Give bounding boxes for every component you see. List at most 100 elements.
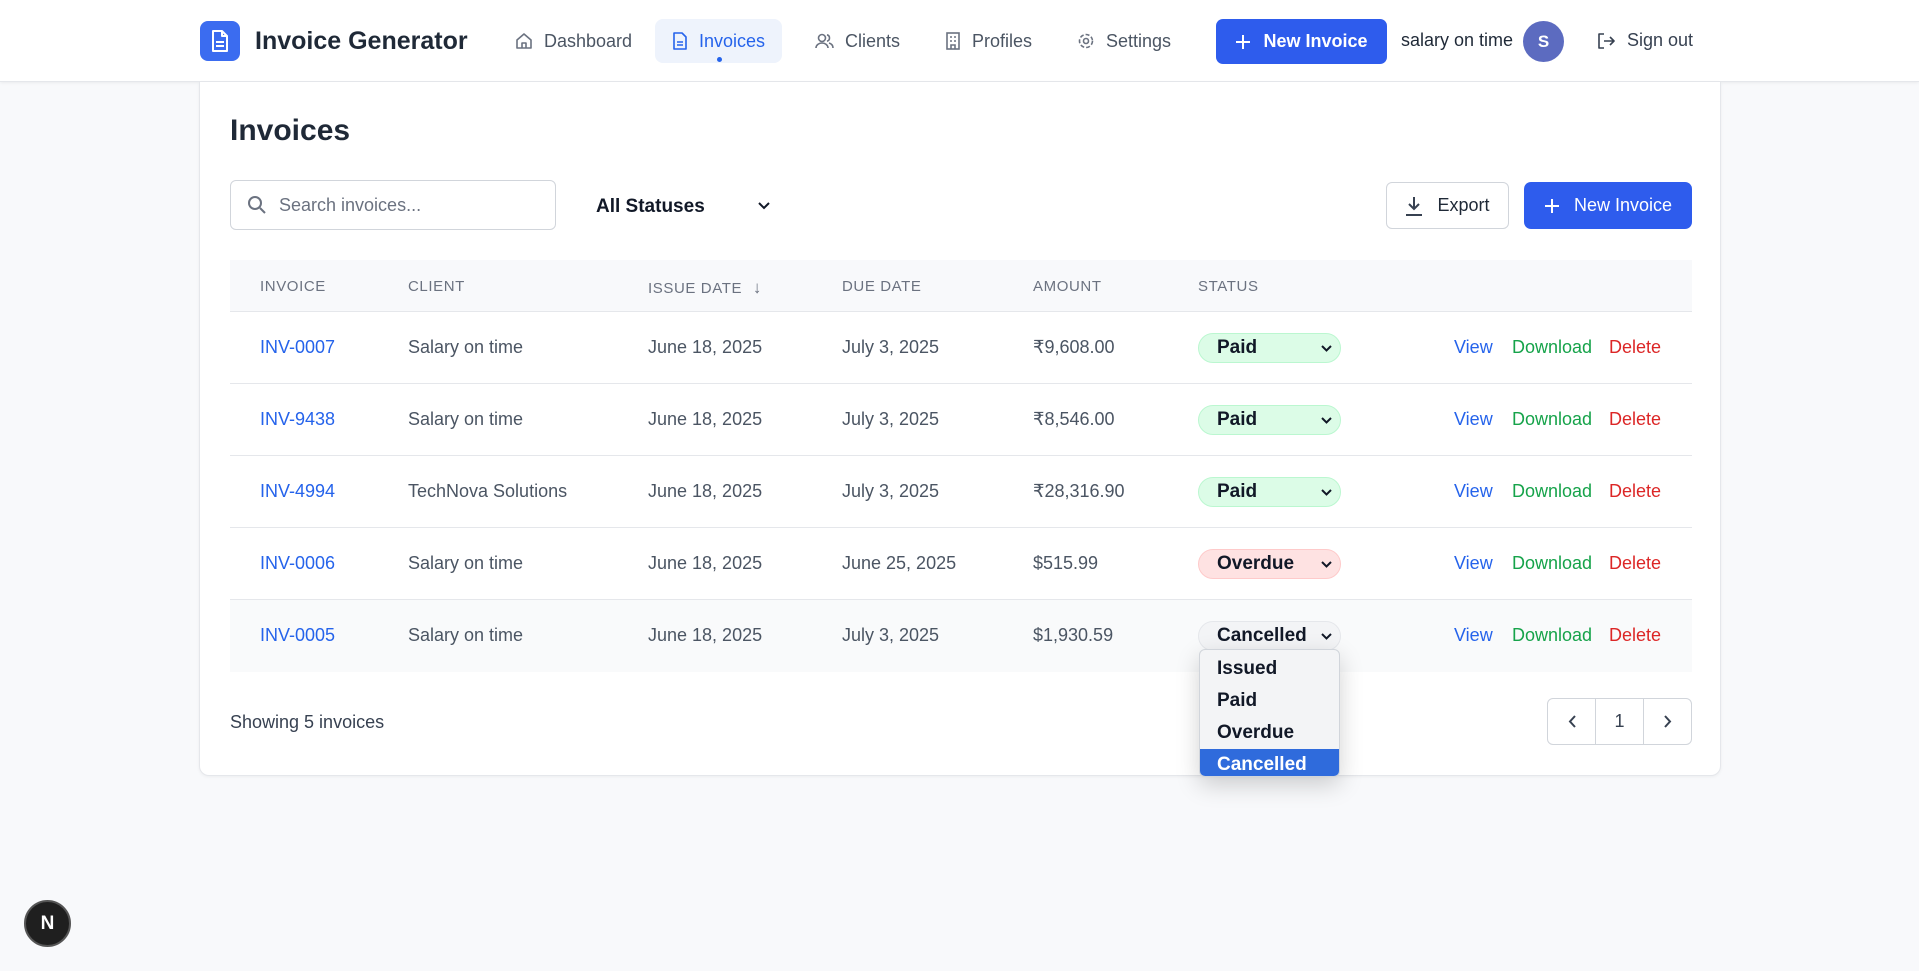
delete-link[interactable]: Delete [1609, 625, 1661, 646]
chevron-left-icon [1568, 715, 1576, 728]
status-value: Paid [1217, 481, 1258, 502]
issue-date: June 18, 2025 [648, 625, 763, 645]
next-page-button[interactable] [1643, 699, 1691, 744]
chevron-down-icon [1321, 561, 1332, 568]
invoice-number-link[interactable]: INV-0005 [260, 625, 335, 646]
invoices-table: INVOICE CLIENT ISSUE DATE ↓ DUE DATE AMO… [230, 260, 1692, 672]
download-link[interactable]: Download [1512, 337, 1592, 358]
status-option-issued[interactable]: Issued [1200, 653, 1339, 685]
search-icon [248, 196, 266, 214]
nav-item-invoices[interactable]: Invoices [655, 19, 783, 63]
status-option-paid[interactable]: Paid [1200, 685, 1339, 717]
search-input[interactable] [279, 194, 549, 216]
users-icon [815, 33, 834, 49]
invoice-number-link[interactable]: INV-4994 [260, 481, 335, 502]
view-link[interactable]: View [1454, 625, 1493, 646]
nav-item-dashboard[interactable]: Dashboard [498, 19, 649, 63]
app-title: Invoice Generator [255, 26, 468, 55]
invoice-number-link[interactable]: INV-9438 [260, 409, 335, 430]
download-icon [1406, 196, 1423, 216]
amount: $1,930.59 [1033, 625, 1114, 645]
status-select[interactable]: Paid [1198, 477, 1341, 507]
top-navbar: Invoice Generator Dashboard Invoices Cli… [0, 0, 1919, 82]
nav-item-label: Invoices [699, 30, 766, 51]
due-date: July 3, 2025 [842, 409, 940, 429]
gear-icon [1078, 33, 1094, 49]
status-select[interactable]: Cancelled [1198, 621, 1341, 651]
column-header-issue-date[interactable]: ISSUE DATE ↓ [648, 278, 762, 298]
page-number[interactable]: 1 [1595, 699, 1643, 744]
status-select[interactable]: Paid [1198, 405, 1341, 435]
active-indicator [716, 57, 722, 62]
status-select[interactable]: Overdue [1198, 549, 1341, 579]
nav-item-profiles[interactable]: Profiles [928, 19, 1049, 63]
new-invoice-button[interactable]: New Invoice [1216, 19, 1387, 64]
table-row: INV-0007 Salary on time June 18, 2025 Ju… [230, 312, 1692, 384]
prev-page-button[interactable] [1548, 699, 1595, 744]
nav-item-clients[interactable]: Clients [798, 19, 917, 63]
export-button[interactable]: Export [1386, 182, 1509, 229]
status-option-cancelled[interactable]: Cancelled [1200, 749, 1339, 776]
invoice-number-link[interactable]: INV-0007 [260, 337, 335, 358]
nextjs-dev-badge[interactable]: N [24, 900, 71, 947]
home-icon [516, 33, 532, 49]
view-link[interactable]: View [1454, 553, 1493, 574]
column-header-due-date[interactable]: DUE DATE [842, 278, 922, 295]
client-name: Salary on time [408, 409, 524, 429]
status-option-overdue[interactable]: Overdue [1200, 717, 1339, 749]
new-invoice-label: New Invoice [1573, 195, 1673, 215]
user-name: salary on time [1401, 30, 1514, 50]
delete-link[interactable]: Delete [1609, 337, 1661, 358]
nav-item-label: Dashboard [544, 30, 633, 51]
status-value: Cancelled [1217, 625, 1307, 646]
column-header-amount[interactable]: AMOUNT [1033, 278, 1102, 295]
delete-link[interactable]: Delete [1609, 481, 1661, 502]
column-header-issue-date-label: ISSUE DATE [648, 280, 743, 297]
invoice-count: Showing 5 invoices [230, 712, 385, 732]
issue-date: June 18, 2025 [648, 337, 763, 357]
column-header-client[interactable]: CLIENT [408, 278, 465, 295]
download-link[interactable]: Download [1512, 553, 1592, 574]
client-name: Salary on time [408, 337, 524, 357]
chevron-down-icon [1321, 417, 1332, 424]
download-link[interactable]: Download [1512, 625, 1592, 646]
view-link[interactable]: View [1454, 409, 1493, 430]
column-header-status[interactable]: STATUS [1198, 278, 1259, 295]
client-name: Salary on time [408, 553, 524, 573]
nav-item-label: Settings [1106, 30, 1172, 51]
sign-out-button[interactable]: Sign out [1597, 30, 1693, 51]
due-date: July 3, 2025 [842, 337, 940, 357]
sort-arrow-icon: ↓ [752, 278, 762, 297]
search-box[interactable] [230, 180, 556, 230]
status-filter-select[interactable]: All Statuses [596, 193, 776, 221]
document-icon [200, 21, 240, 61]
amount: ₹9,608.00 [1033, 337, 1115, 357]
download-link[interactable]: Download [1512, 409, 1592, 430]
invoice-number-link[interactable]: INV-0006 [260, 553, 335, 574]
status-filter-value: All Statuses [596, 196, 705, 217]
nav-item-settings[interactable]: Settings [1060, 19, 1188, 63]
delete-link[interactable]: Delete [1609, 409, 1661, 430]
plus-icon [1544, 198, 1559, 213]
view-link[interactable]: View [1454, 481, 1493, 502]
nav-item-label: Clients [845, 30, 901, 51]
client-name: Salary on time [408, 625, 524, 645]
status-dropdown-menu: Issued Paid Overdue Cancelled [1199, 649, 1340, 777]
chevron-down-icon [1321, 489, 1332, 496]
column-header-invoice[interactable]: INVOICE [260, 278, 326, 295]
chevron-down-icon [758, 202, 770, 210]
invoices-card: Invoices All Statuses Export New Invoice… [199, 82, 1721, 776]
new-invoice-button[interactable]: New Invoice [1524, 182, 1692, 229]
amount: ₹8,546.00 [1033, 409, 1115, 429]
export-label: Export [1437, 195, 1490, 215]
brand[interactable]: Invoice Generator [200, 21, 468, 61]
view-link[interactable]: View [1454, 337, 1493, 358]
download-link[interactable]: Download [1512, 481, 1592, 502]
issue-date: June 18, 2025 [648, 409, 763, 429]
table-header: INVOICE CLIENT ISSUE DATE ↓ DUE DATE AMO… [230, 260, 1692, 312]
avatar[interactable]: S [1523, 21, 1564, 62]
delete-link[interactable]: Delete [1609, 553, 1661, 574]
client-name: TechNova Solutions [408, 481, 568, 501]
status-select[interactable]: Paid [1198, 333, 1341, 363]
table-row: INV-4994 TechNova Solutions June 18, 202… [230, 456, 1692, 528]
